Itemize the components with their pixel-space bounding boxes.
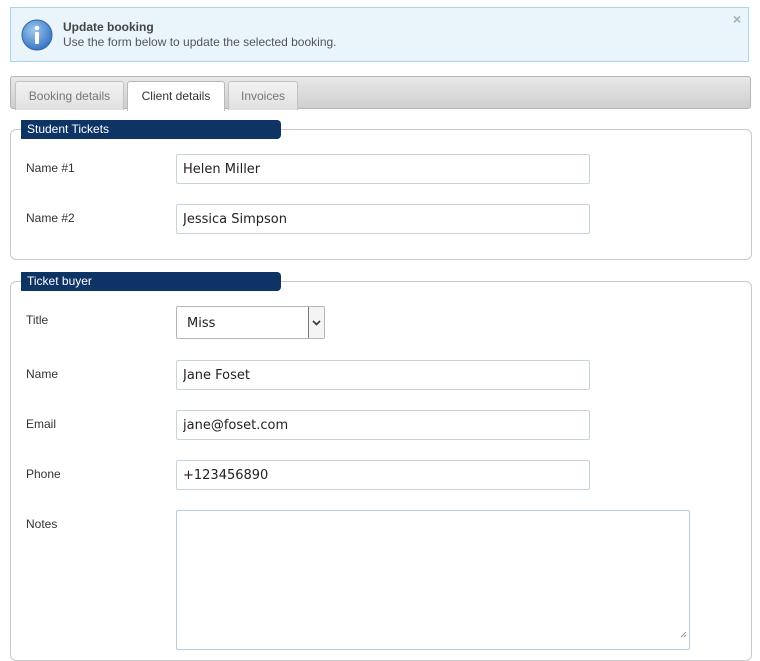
name-2-input[interactable] xyxy=(176,204,590,234)
notice-message: Use the form below to update the selecte… xyxy=(63,35,337,49)
resize-handle-icon[interactable] xyxy=(680,631,687,638)
tab-invoices[interactable]: Invoices xyxy=(228,81,298,110)
chevron-down-icon[interactable] xyxy=(308,307,324,338)
info-icon xyxy=(21,19,53,51)
title-select[interactable]: Miss xyxy=(176,306,325,339)
title-label: Title xyxy=(26,313,49,327)
buyer-name-input[interactable] xyxy=(176,360,590,390)
buyer-name-label: Name xyxy=(26,367,59,381)
notice-title: Update booking xyxy=(63,20,154,34)
notes-textarea[interactable] xyxy=(176,510,690,650)
phone-label: Phone xyxy=(26,467,61,481)
name-1-input[interactable] xyxy=(176,154,590,184)
email-label: Email xyxy=(26,417,57,431)
name-1-label: Name #1 xyxy=(26,161,75,175)
tab-bar: Booking details Client details Invoices xyxy=(10,76,751,111)
name-2-label: Name #2 xyxy=(26,211,75,225)
tab-client-details[interactable]: Client details xyxy=(127,81,225,111)
ticket-buyer-legend: Ticket buyer xyxy=(21,272,281,291)
title-select-value: Miss xyxy=(187,316,216,331)
student-tickets-legend: Student Tickets xyxy=(21,120,281,139)
tab-booking-details[interactable]: Booking details xyxy=(15,81,124,110)
student-tickets-fieldset xyxy=(10,129,752,260)
update-booking-notice: Update booking Use the form below to upd… xyxy=(10,7,749,62)
close-icon[interactable]: × xyxy=(733,11,741,27)
email-input[interactable] xyxy=(176,410,590,440)
phone-input[interactable] xyxy=(176,460,590,490)
notes-label: Notes xyxy=(26,517,58,531)
